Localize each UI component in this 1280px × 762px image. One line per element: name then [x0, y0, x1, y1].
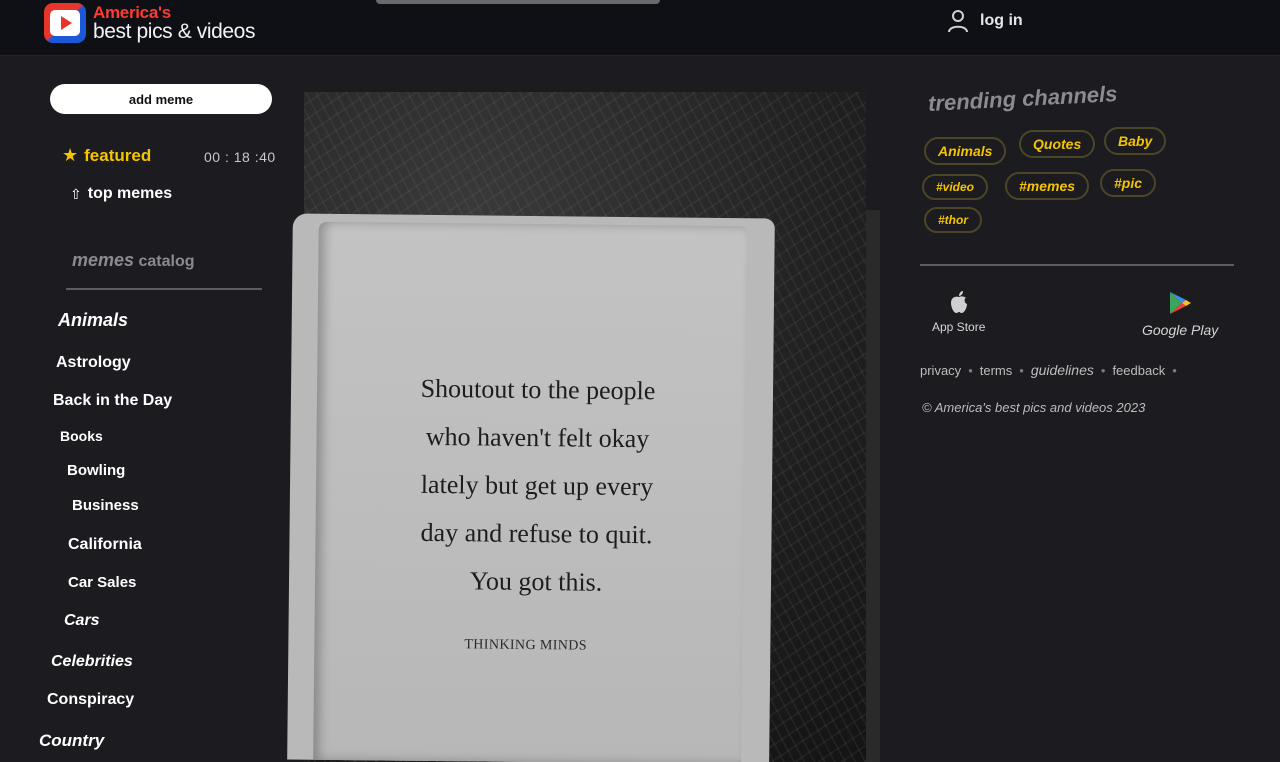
google-play-label: Google Play: [1142, 322, 1219, 338]
category-car-sales[interactable]: Car Sales: [68, 574, 136, 591]
channel-chip-quotes[interactable]: Quotes: [1019, 130, 1096, 158]
channel-chip-memes[interactable]: #memes: [1005, 172, 1090, 200]
separator-dot: •: [1100, 362, 1106, 378]
category-business[interactable]: Business: [72, 497, 139, 514]
separator-dot: •: [1172, 362, 1177, 378]
category-books[interactable]: Books: [60, 428, 103, 444]
trending-heading: trending channels: [927, 81, 1118, 116]
category-country[interactable]: Country: [39, 731, 104, 751]
category-cars[interactable]: Cars: [64, 612, 100, 630]
site-logo[interactable]: America's best pics & videos: [44, 3, 255, 43]
add-meme-button[interactable]: add meme: [50, 84, 272, 114]
divider: [920, 264, 1234, 266]
category-celebrities[interactable]: Celebrities: [51, 653, 133, 671]
meme-signature: THINKING MINDS: [464, 637, 588, 654]
divider: [66, 288, 262, 290]
nav-featured[interactable]: ★ featured: [62, 145, 151, 166]
arrow-up-icon: ⇧: [70, 185, 82, 202]
catalog-heading-part2: catalog: [138, 253, 195, 270]
category-bowling[interactable]: Bowling: [67, 462, 125, 479]
brand-line2: best pics & videos: [93, 20, 256, 43]
channel-chip-animals[interactable]: Animals: [924, 137, 1007, 165]
countdown-timer: 00 : 18 :40: [204, 149, 276, 165]
category-conspiracy[interactable]: Conspiracy: [47, 691, 134, 709]
catalog-heading: memes catalog: [72, 250, 195, 271]
catalog-heading-part1: memes: [72, 250, 135, 270]
top-memes-label: top memes: [87, 185, 173, 202]
channel-chip-video[interactable]: #video: [922, 174, 989, 200]
channel-chip-baby[interactable]: Baby: [1104, 127, 1167, 155]
channel-chip-thor[interactable]: #thor: [924, 207, 982, 233]
meme-paper-page: Shoutout to the people who haven't felt …: [313, 221, 747, 762]
login-button[interactable]: log in: [946, 8, 1023, 34]
brand-line1: America's: [93, 3, 171, 22]
user-icon: [948, 10, 968, 33]
app-store-label: App Store: [932, 320, 986, 334]
privacy-link[interactable]: privacy: [920, 363, 961, 378]
nav-top-memes[interactable]: ⇧ top memes: [70, 185, 172, 203]
terms-link[interactable]: terms: [980, 363, 1013, 378]
logo-play-icon: [44, 3, 86, 43]
site-header: America's best pics & videos log in: [0, 0, 1280, 56]
category-california[interactable]: California: [68, 536, 142, 554]
google-play-link[interactable]: Google Play: [1142, 290, 1218, 338]
category-animals[interactable]: Animals: [58, 310, 128, 331]
header-decoration: [376, 0, 660, 4]
channel-chip-pic[interactable]: #pic: [1100, 169, 1157, 197]
separator-dot: •: [968, 362, 973, 378]
apple-icon: [950, 291, 967, 313]
google-play-icon: [1170, 292, 1192, 314]
meme-paper: Shoutout to the people who haven't felt …: [287, 213, 775, 762]
footer-links: privacy • terms • guidelines • feedback …: [920, 362, 1184, 378]
category-astrology[interactable]: Astrology: [56, 354, 131, 372]
app-store-link[interactable]: App Store: [932, 290, 985, 334]
feedback-link[interactable]: feedback: [1112, 363, 1165, 378]
meme-image-edge: [866, 210, 880, 762]
separator-dot: •: [1019, 362, 1024, 378]
star-icon: ★: [62, 145, 79, 165]
guidelines-link[interactable]: guidelines: [1031, 362, 1094, 378]
copyright-text: © America's best pics and videos 2023: [922, 400, 1146, 415]
meme-quote: Shoutout to the people who haven't felt …: [420, 373, 656, 597]
category-back-in-the-day[interactable]: Back in the Day: [53, 392, 172, 410]
featured-label: featured: [84, 145, 152, 165]
login-label: log in: [980, 12, 1023, 29]
